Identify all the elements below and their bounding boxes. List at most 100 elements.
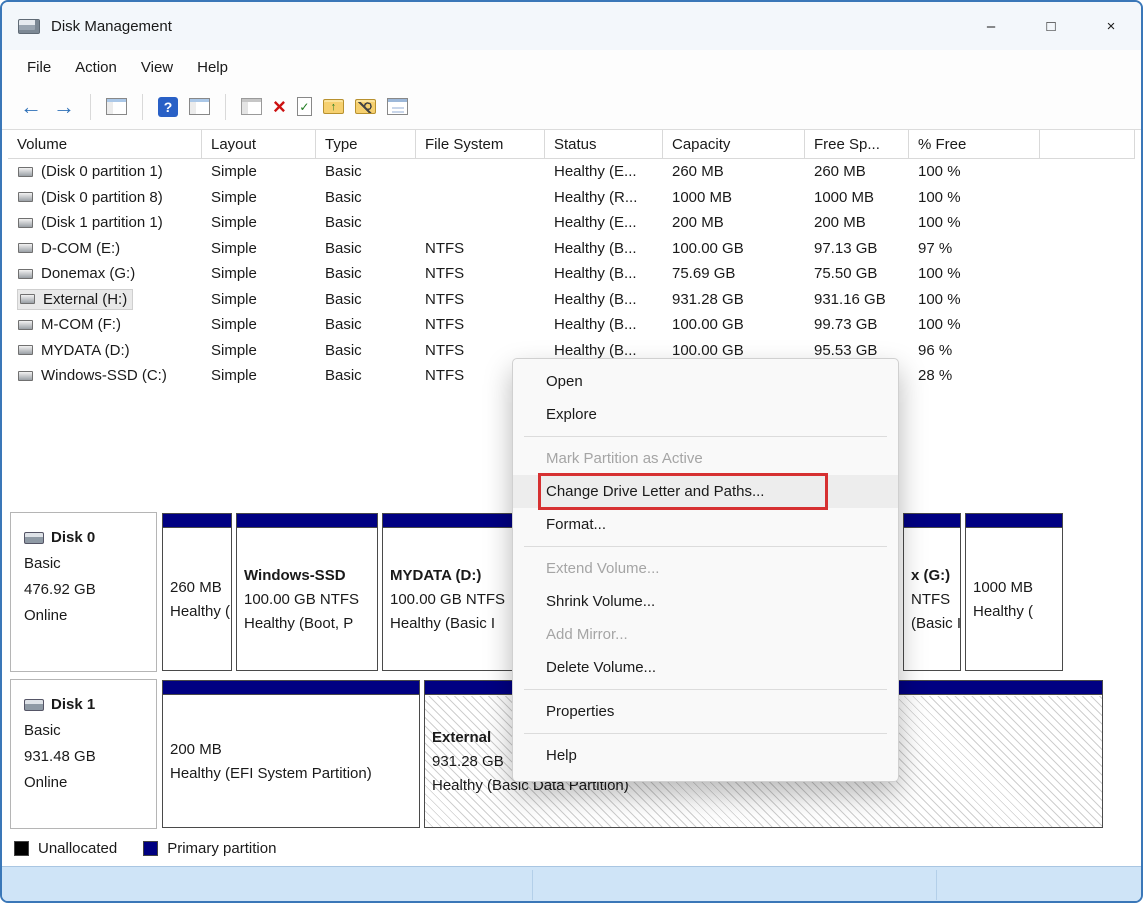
show-action-pane-icon[interactable]	[189, 98, 210, 115]
delete-volume-icon[interactable]: ×	[273, 96, 286, 118]
cell-status: Healthy (B...	[545, 287, 663, 313]
cell-layout: Simple	[202, 210, 316, 236]
cell-type: Basic	[316, 312, 416, 338]
selected-volume-highlight: External (H:)	[18, 290, 132, 309]
context-menu-item-shrink-volume[interactable]: Shrink Volume...	[513, 585, 898, 618]
menu-help[interactable]: Help	[185, 59, 240, 76]
disk-size-label: 476.92 GB	[24, 577, 156, 603]
primary-partition-strip	[163, 681, 419, 695]
primary-partition-swatch	[143, 841, 158, 856]
volume-icon	[18, 371, 33, 381]
context-menu-item-properties[interactable]: Properties	[513, 695, 898, 728]
cell-freespace: 1000 MB	[805, 185, 909, 211]
column-header-volume[interactable]: Volume	[8, 130, 202, 158]
volume-icon	[20, 294, 35, 304]
table-row[interactable]: (Disk 0 partition 1) Simple Basic Health…	[8, 159, 1135, 185]
cell-volume: D-COM (E:)	[8, 236, 202, 262]
cell-volume: MYDATA (D:)	[8, 338, 202, 364]
partition-mydata[interactable]: MYDATA (D:)100.00 GB NTFSHealthy (Basic …	[382, 513, 515, 671]
context-menu-item-open[interactable]: Open	[513, 365, 898, 398]
context-menu-item-help[interactable]: Help	[513, 739, 898, 772]
partition-disk1-efi[interactable]: 200 MBHealthy (EFI System Partition)	[162, 680, 420, 828]
close-button[interactable]: ×	[1081, 2, 1141, 50]
cell-status: Healthy (R...	[545, 185, 663, 211]
table-row[interactable]: (Disk 0 partition 8) Simple Basic Health…	[8, 185, 1135, 211]
column-header-status[interactable]: Status	[545, 130, 663, 158]
unallocated-swatch	[14, 841, 29, 856]
volume-icon	[18, 345, 33, 355]
menu-file[interactable]: File	[15, 59, 63, 76]
disk0-header[interactable]: Disk 0 Basic 476.92 GB Online	[10, 512, 157, 672]
cell-capacity: 100.00 GB	[663, 312, 805, 338]
context-menu-item-change-drive-letter[interactable]: Change Drive Letter and Paths...	[513, 475, 898, 508]
title-bar[interactable]: Disk Management – □ ×	[2, 2, 1141, 50]
cell-layout: Simple	[202, 287, 316, 313]
column-header-type[interactable]: Type	[316, 130, 416, 158]
cell-filesystem: NTFS	[416, 287, 545, 313]
table-row[interactable]: Donemax (G:) Simple Basic NTFS Healthy (…	[8, 261, 1135, 287]
menu-item-label: Mark Partition as Active	[546, 450, 703, 467]
partition-donemax[interactable]: x (G:)NTFS(Basic I	[903, 513, 961, 671]
properties-form-icon[interactable]	[387, 98, 408, 115]
menu-separator	[524, 436, 887, 437]
menu-view[interactable]: View	[129, 59, 185, 76]
menu-action[interactable]: Action	[63, 59, 129, 76]
cell-layout: Simple	[202, 261, 316, 287]
volume-icon	[18, 167, 33, 177]
menu-item-label: Explore	[546, 406, 597, 423]
cell-volume: (Disk 0 partition 8)	[8, 185, 202, 211]
cell-status: Healthy (E...	[545, 210, 663, 236]
minimize-button[interactable]: –	[961, 2, 1021, 50]
context-menu-item-delete-volume[interactable]: Delete Volume...	[513, 651, 898, 684]
menu-separator	[524, 546, 887, 547]
column-header-pctfree[interactable]: % Free	[909, 130, 1040, 158]
context-menu: Open Explore Mark Partition as Active Ch…	[512, 358, 899, 782]
column-header-capacity[interactable]: Capacity	[663, 130, 805, 158]
cell-capacity: 931.28 GB	[663, 287, 805, 313]
cell-pctfree: 100 %	[909, 210, 1040, 236]
cell-freespace: 931.16 GB	[805, 287, 909, 313]
volume-icon	[18, 320, 33, 330]
legend-unallocated: Unallocated	[14, 840, 117, 857]
cell-type: Basic	[316, 185, 416, 211]
cell-pctfree: 100 %	[909, 312, 1040, 338]
folder-search-icon[interactable]	[355, 99, 376, 114]
cell-type: Basic	[316, 236, 416, 262]
cell-filesystem	[416, 159, 545, 185]
check-document-icon[interactable]: ✓	[297, 97, 312, 116]
table-row[interactable]: (Disk 1 partition 1) Simple Basic Health…	[8, 210, 1135, 236]
toolbar-separator	[225, 94, 226, 120]
column-header-freespace[interactable]: Free Sp...	[805, 130, 909, 158]
disk-management-window: Disk Management – □ × File Action View H…	[0, 0, 1143, 903]
cell-type: Basic	[316, 363, 416, 389]
column-header-filesystem[interactable]: File System	[416, 130, 545, 158]
maximize-button[interactable]: □	[1021, 2, 1081, 50]
toolbar-separator	[142, 94, 143, 120]
context-menu-item-explore[interactable]: Explore	[513, 398, 898, 431]
cell-volume: M-COM (F:)	[8, 312, 202, 338]
folder-up-icon[interactable]: ↑	[323, 99, 344, 114]
cell-filesystem	[416, 210, 545, 236]
cell-capacity: 100.00 GB	[663, 236, 805, 262]
partition-disk0-efi[interactable]: 260 MBHealthy (	[162, 513, 232, 671]
table-row[interactable]: D-COM (E:) Simple Basic NTFS Healthy (B.…	[8, 236, 1135, 262]
cell-layout: Simple	[202, 338, 316, 364]
column-header-layout[interactable]: Layout	[202, 130, 316, 158]
console-window-icon[interactable]	[241, 98, 262, 115]
partition-recovery[interactable]: 1000 MBHealthy (	[965, 513, 1063, 671]
disk-icon	[24, 532, 44, 544]
partition-windows-ssd[interactable]: Windows-SSD100.00 GB NTFSHealthy (Boot, …	[236, 513, 378, 671]
menu-item-label: Change Drive Letter and Paths...	[546, 483, 764, 500]
disk1-header[interactable]: Disk 1 Basic 931.48 GB Online	[10, 679, 157, 829]
table-row[interactable]: M-COM (F:) Simple Basic NTFS Healthy (B.…	[8, 312, 1135, 338]
context-menu-item-format[interactable]: Format...	[513, 508, 898, 541]
cell-pctfree: 100 %	[909, 287, 1040, 313]
cell-capacity: 200 MB	[663, 210, 805, 236]
toolbar-separator	[90, 94, 91, 120]
disk-name-label: Disk 0	[51, 525, 95, 551]
show-console-tree-icon[interactable]	[106, 98, 127, 115]
back-icon[interactable]: ←	[20, 96, 42, 118]
forward-icon[interactable]: →	[53, 96, 75, 118]
help-icon[interactable]: ?	[158, 97, 178, 117]
table-row-selected[interactable]: External (H:) Simple Basic NTFS Healthy …	[8, 287, 1135, 313]
